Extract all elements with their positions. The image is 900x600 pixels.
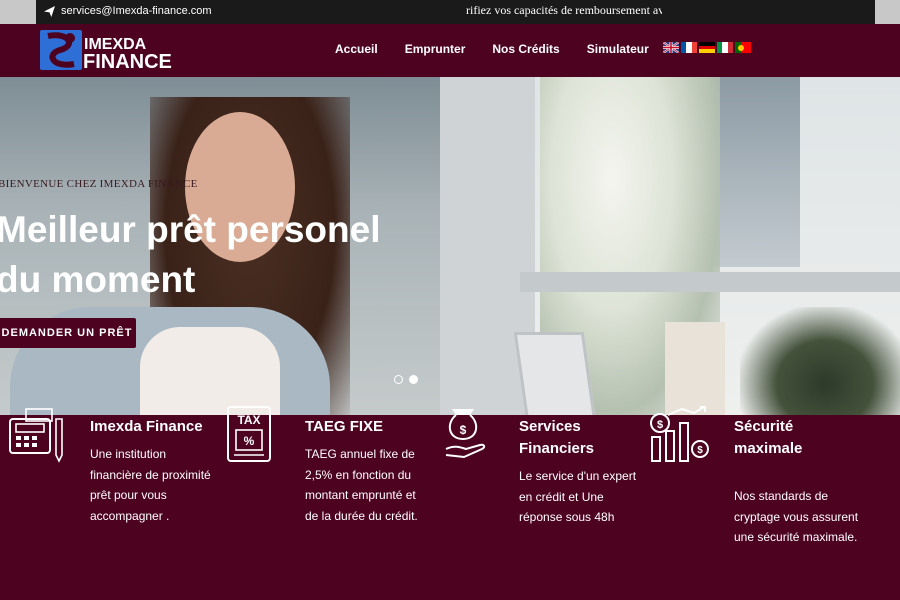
- flag-french-icon[interactable]: [681, 42, 697, 53]
- svg-text:$: $: [697, 445, 703, 456]
- logo-graphic: IMEXDA FINANCE: [40, 30, 172, 73]
- top-bar-left-gap: [0, 0, 36, 24]
- feature-title: TAEG FIXE: [305, 418, 384, 435]
- feature-text-line: financière de proximité: [90, 467, 211, 482]
- svg-text:$: $: [460, 423, 467, 437]
- svg-text:$: $: [657, 419, 663, 431]
- feature-text-line: Nos standards de: [734, 489, 829, 503]
- flag-german-icon[interactable]: [699, 42, 715, 54]
- hero-person-top: [140, 327, 280, 415]
- feature-text-line: de la durée du crédit.: [305, 508, 418, 523]
- feature-text: Une institution financière de proximité …: [90, 444, 230, 526]
- feature-title: Imexda Finance: [90, 418, 203, 435]
- request-loan-button[interactable]: DEMANDER UN PRÊT: [0, 318, 136, 348]
- feature-text: TAEG annuel fixe de 2,5% en fonction du …: [305, 444, 445, 526]
- feature-text-line: en crédit et Une: [519, 489, 604, 504]
- language-switcher: [663, 42, 751, 54]
- feature-text-line: Le service d'un expert: [519, 469, 637, 483]
- feature-text-line: TAEG annuel fixe de: [305, 447, 415, 461]
- site-header: IMEXDA FINANCE Accueil Emprunter Nos Cré…: [0, 24, 900, 77]
- feature-text: Nos standards de cryptage vous assurent …: [734, 486, 884, 548]
- hero-slider: BIENVENUE CHEZ IMEXDA FINANCE Meilleur p…: [0, 77, 900, 415]
- feature-text-line: cryptage vous assurent: [734, 509, 859, 524]
- slider-dot-1[interactable]: [394, 375, 403, 384]
- growth-chart-icon: $ $: [650, 406, 709, 462]
- hero-headline: Meilleur prêt personel du moment: [0, 205, 381, 305]
- hero-kicker: BIENVENUE CHEZ IMEXDA FINANCE: [0, 178, 198, 190]
- nav-accueil[interactable]: Accueil: [335, 42, 378, 56]
- hero-laptop: [513, 332, 597, 415]
- site-logo[interactable]: IMEXDA FINANCE: [40, 28, 190, 73]
- feature-title: Sécurité maximale: [734, 416, 802, 460]
- flag-english-icon[interactable]: [663, 42, 679, 53]
- main-nav: Accueil Emprunter Nos Crédits Simulateur: [335, 42, 676, 56]
- send-icon: [44, 5, 55, 17]
- email-text[interactable]: services@Imexda-finance.com: [61, 5, 212, 17]
- feature-text-line: 2,5% en fonction du: [305, 467, 412, 482]
- feature-text-line: accompagner .: [90, 508, 170, 523]
- hero-headline-line2: du moment: [0, 259, 196, 300]
- svg-text:TAX: TAX: [237, 413, 260, 427]
- contact-email[interactable]: services@Imexda-finance.com: [44, 5, 212, 17]
- hero-headline-line1: Meilleur prêt personel: [0, 209, 381, 250]
- feature-title: Services Financiers: [519, 416, 594, 460]
- feature-text-line: prêt pour vous: [90, 488, 167, 502]
- feature-text-line: réponse sous 48h: [519, 510, 615, 524]
- tax-icon: TAX %: [227, 406, 271, 462]
- feature-title-line: Sécurité: [734, 418, 794, 435]
- flag-italian-icon[interactable]: [717, 42, 733, 53]
- logo-text-line2: FINANCE: [83, 51, 172, 72]
- svg-text:%: %: [244, 434, 255, 448]
- feature-text-line: une sécurité maximale.: [734, 530, 858, 544]
- hero-plant: [740, 307, 900, 415]
- hero-easel: [665, 322, 725, 415]
- slider-dot-2[interactable]: [409, 375, 418, 384]
- ticker-text: rifiez vos capacités de remboursement av…: [466, 3, 662, 17]
- top-bar-right-gap: [875, 0, 900, 24]
- features-section: Imexda Finance Une institution financièr…: [0, 406, 900, 600]
- feature-text: Le service d'un expert en crédit et Une …: [519, 466, 659, 528]
- nav-nos-credits[interactable]: Nos Crédits: [492, 42, 559, 56]
- top-bar: services@Imexda-finance.com rifiez vos c…: [0, 0, 900, 24]
- slider-dots: [394, 375, 418, 384]
- hero-beam: [520, 272, 900, 292]
- calculator-icon: [9, 408, 63, 463]
- feature-title-line: Services: [519, 418, 581, 435]
- nav-emprunter[interactable]: Emprunter: [405, 42, 466, 56]
- feature-title-line: maximale: [734, 440, 803, 457]
- flag-portuguese-icon[interactable]: [735, 42, 751, 53]
- feature-text-line: Une institution: [90, 447, 167, 461]
- feature-text-line: montant emprunté et: [305, 488, 416, 502]
- feature-title-line: Financiers: [519, 440, 595, 457]
- nav-simulateur[interactable]: Simulateur: [587, 42, 649, 56]
- money-hand-icon: $: [445, 409, 486, 459]
